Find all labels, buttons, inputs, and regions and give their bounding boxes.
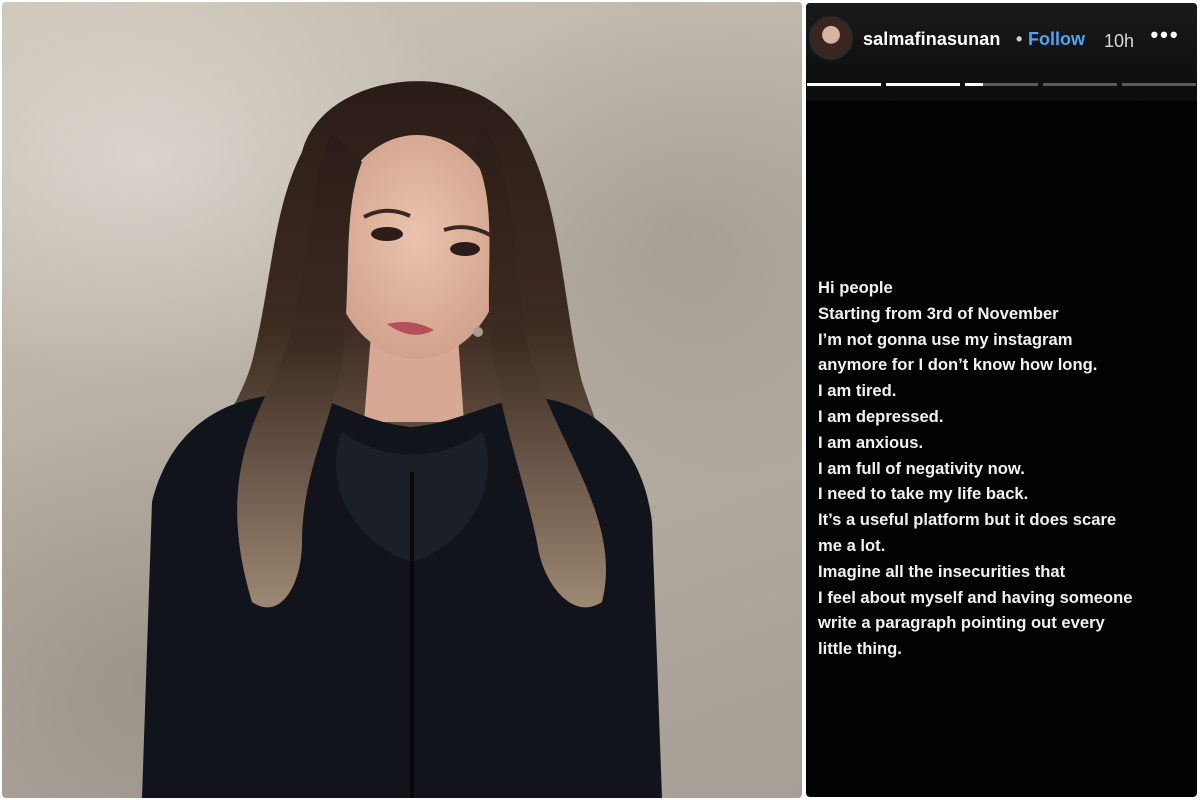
separator-dot: • (1016, 29, 1023, 49)
username[interactable]: salmafinasunan (863, 29, 1000, 50)
follow-button[interactable]: Follow (1028, 29, 1085, 50)
story-text: Hi people Starting from 3rd of November I’… (818, 275, 1194, 662)
story-progress-fill (964, 83, 984, 86)
story-progress-fill (885, 83, 960, 86)
story-text-line: I’m not gonna use my instagram (818, 329, 1073, 349)
portrait-illustration (142, 81, 662, 798)
story-text-line: Starting from 3rd of November (818, 303, 1059, 323)
post-time: 10h (1104, 31, 1135, 51)
story-text-line: little thing. (818, 639, 902, 659)
story-text-line: I am full of negativity now. (818, 458, 1025, 478)
story-header: salmafinasunan • Follow 10h ••• (806, 3, 1197, 101)
story-text-line: I am depressed. (818, 406, 944, 426)
story-text-line: I am anxious. (818, 432, 924, 452)
story-text-line: I am tired. (818, 381, 897, 401)
story-text-line: write a paragraph pointing out every (818, 613, 1105, 633)
story-progress-fill (807, 83, 881, 86)
portrait-photo (2, 2, 802, 798)
avatar[interactable] (809, 16, 853, 60)
story-text-line: Imagine all the insecurities that (818, 561, 1066, 581)
instagram-story: salmafinasunan • Follow 10h ••• Hi peopl… (806, 3, 1197, 797)
story-text-line: anymore for I don’t know how long. (818, 355, 1098, 375)
story-text-line: I feel about myself and having someone (818, 587, 1133, 607)
story-progress-bar (807, 83, 881, 86)
story-progress-bar (1122, 83, 1196, 86)
story-progress-bars (807, 83, 1196, 86)
story-progress-bar (964, 83, 1039, 86)
story-text-line: me a lot. (818, 535, 886, 555)
story-progress-bar (1043, 83, 1118, 86)
more-options-icon[interactable]: ••• (1148, 23, 1182, 53)
story-text-line: I need to take my life back. (818, 484, 1029, 504)
story-text-line: It’s a useful platform but it does scare (818, 510, 1117, 530)
story-progress-bar (885, 83, 960, 86)
story-text-line: Hi people (818, 278, 893, 297)
